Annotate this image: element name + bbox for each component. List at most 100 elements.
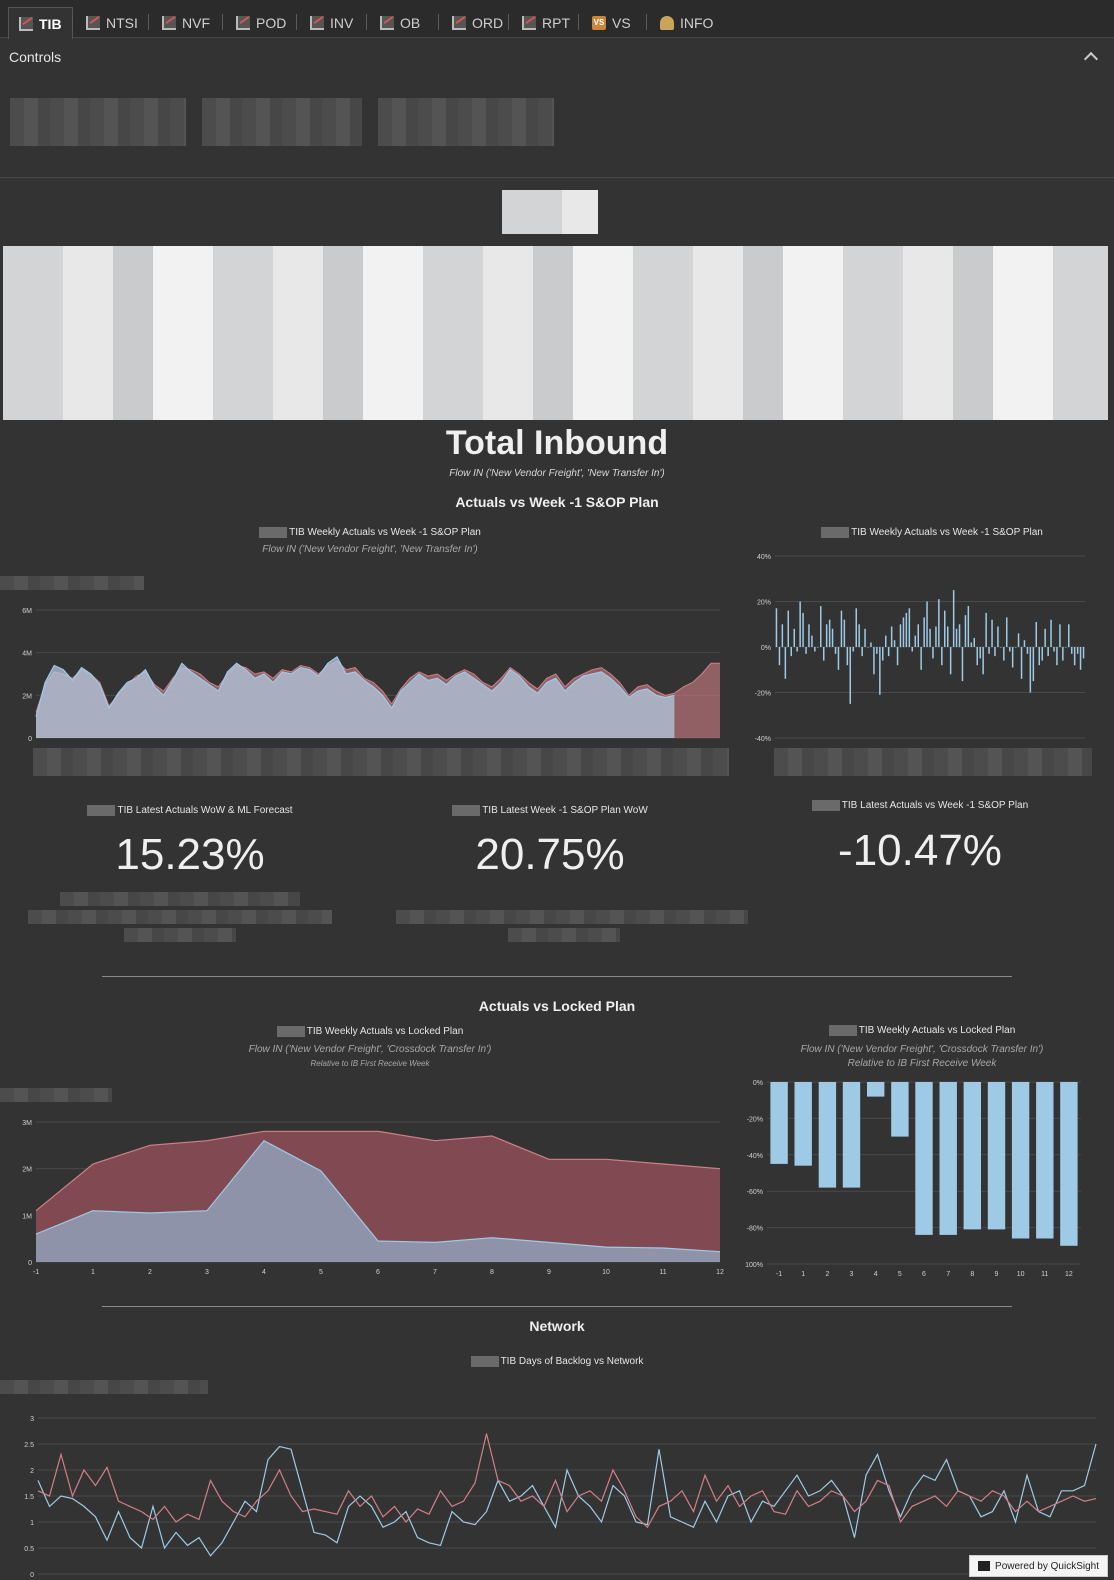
bar: [843, 619, 846, 647]
bar: [926, 601, 928, 647]
y-tick-label: 0: [28, 1260, 32, 1267]
tab-tib[interactable]: TIB: [8, 7, 73, 39]
chart-icon: [452, 16, 466, 30]
chart-weekly-locked-pct: -100%-80%-60%-40%-20%0%-1123456789101112: [745, 1080, 1081, 1278]
redacted-swatch: [821, 527, 850, 538]
y-tick-label: 2: [30, 1468, 34, 1475]
bar: [1023, 640, 1026, 647]
bar: [1068, 624, 1070, 648]
bar: [979, 647, 981, 659]
bar: [1011, 647, 1014, 668]
tab-bar: TIB NTSI NVF POD INV OB ORD RPT VS VS INFO: [0, 0, 1114, 39]
bar: [818, 1082, 837, 1188]
x-tick-label: 1: [801, 1271, 805, 1278]
bar: [793, 628, 795, 647]
tab-rpt[interactable]: RPT: [512, 8, 580, 38]
powered-by-badge[interactable]: Powered by QuickSight: [969, 1555, 1108, 1577]
control-filter-2[interactable]: [202, 98, 362, 146]
x-tick-label: 7: [946, 1271, 950, 1278]
tab-label: OB: [400, 15, 421, 31]
tab-separator: [148, 14, 149, 30]
bar: [1073, 647, 1076, 666]
chart-icon: [310, 16, 324, 30]
tab-info[interactable]: INFO: [650, 8, 723, 38]
network-line: [37, 1433, 1097, 1529]
bar: [911, 647, 913, 652]
bar: [891, 1082, 909, 1137]
x-tick-label: 5: [319, 1269, 323, 1276]
chart-weekly-sop-area: 0 2M 4M 6M: [22, 608, 720, 743]
bar: [1071, 647, 1073, 654]
redacted-swatch: [470, 1356, 499, 1367]
x-tick-label: 3: [850, 1271, 854, 1278]
control-filter-1[interactable]: [10, 98, 186, 146]
visual-title-backlog-text: TIB Days of Backlog vs Network: [500, 1356, 644, 1368]
bar: [935, 626, 937, 647]
bar: [837, 647, 840, 670]
x-tick-label: -1: [33, 1269, 39, 1276]
bar: [1041, 647, 1043, 661]
tab-ob[interactable]: OB: [370, 8, 430, 38]
y-tick-label: -80%: [747, 1226, 763, 1233]
x-tick-label: 9: [995, 1271, 999, 1278]
chart-icon: [19, 16, 33, 31]
bar: [775, 608, 778, 647]
bar: [973, 637, 975, 647]
y-tick-label: -60%: [747, 1189, 763, 1196]
y-tick-label: -40%: [747, 1153, 763, 1160]
tab-inv[interactable]: INV: [300, 8, 363, 38]
tab-ntsi[interactable]: NTSI: [76, 8, 148, 38]
bar: [908, 608, 911, 647]
tab-separator: [646, 14, 647, 30]
tab-nvf[interactable]: NVF: [152, 8, 220, 38]
tab-label: POD: [256, 15, 287, 31]
x-tick-label: 6: [922, 1271, 926, 1278]
bar: [867, 1082, 885, 1097]
bar: [917, 624, 919, 648]
y-tick-label: 1M: [22, 1213, 32, 1220]
bar: [939, 1082, 957, 1235]
control-filter-3[interactable]: [378, 98, 554, 146]
x-axis-redacted-2: [774, 748, 1092, 776]
chart-backlog-line: 0 0.5 1 1.5 2 2.5 3: [24, 1416, 1097, 1579]
bar: [905, 612, 908, 647]
tab-separator: [296, 14, 297, 30]
chart-weekly-sop-pct: -40% -20% 0% 20% 40%: [755, 554, 1085, 743]
bar: [852, 647, 854, 652]
bar: [796, 647, 798, 652]
tab-ord[interactable]: ORD: [442, 8, 513, 38]
y-tick-label: -100%: [745, 1262, 763, 1269]
visual-title-weekly-sop-pct-text: TIB Weekly Actuals vs Week -1 S&OP Plan: [851, 527, 1043, 539]
bar: [1020, 647, 1023, 679]
collapse-chevron-icon[interactable]: [1083, 51, 1099, 67]
bar: [861, 647, 863, 657]
tab-pod[interactable]: POD: [226, 8, 296, 38]
y-tick-label: 3M: [22, 1120, 32, 1127]
tab-label: TIB: [39, 15, 62, 32]
bar: [842, 1082, 861, 1188]
bar: [949, 647, 952, 675]
visual-title-weekly-locked-pct: TIB Weekly Actuals vs Locked Plan: [740, 1025, 1104, 1036]
controls-panel: Controls: [0, 40, 1114, 178]
visual-subtitle2-weekly-locked-pct: Relative to IB First Receive Week: [847, 1058, 997, 1069]
bar: [802, 612, 804, 647]
bar: [855, 608, 857, 647]
bar: [867, 647, 869, 648]
tab-separator: [222, 14, 223, 30]
bar: [846, 647, 849, 666]
redacted-swatch: [811, 800, 840, 811]
bar: [1000, 647, 1002, 648]
bar: [840, 610, 843, 647]
tab-label: NVF: [182, 15, 210, 31]
tab-vs[interactable]: VS VS: [582, 8, 641, 38]
kpi1-comparison: [60, 892, 300, 906]
bar: [1047, 647, 1049, 657]
bar: [808, 624, 810, 648]
bar: [784, 647, 787, 679]
tab-separator: [578, 14, 579, 30]
bar: [964, 615, 967, 647]
bar: [849, 647, 851, 704]
bar: [825, 624, 828, 648]
y-tick-label: 2M: [22, 1167, 32, 1174]
bar: [976, 647, 978, 666]
